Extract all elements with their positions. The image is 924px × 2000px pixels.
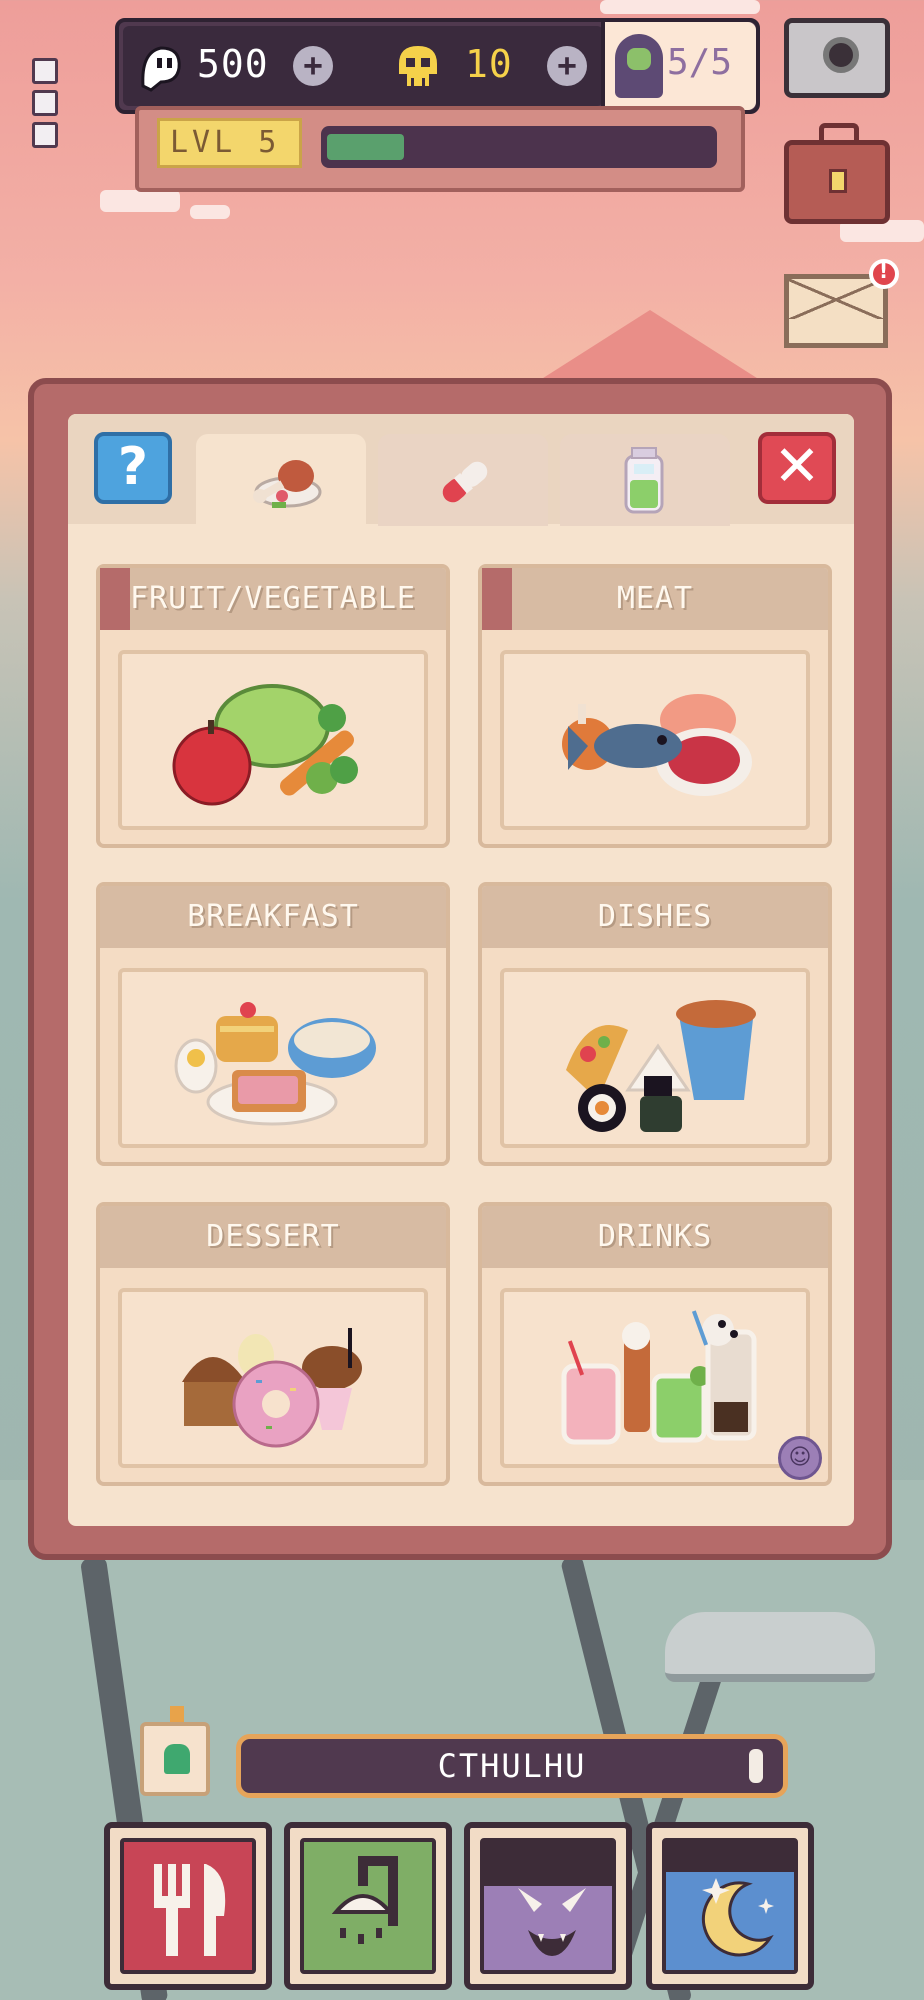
food-panel: ? ✕ FRUIT/VEGETABLE MEAT BREAKFAST DISHE… [28, 378, 892, 1560]
mountain-decoration [540, 310, 760, 380]
energy-box: 5/5 [601, 22, 756, 110]
xp-progress-fill [327, 134, 404, 160]
badge-clip [170, 1706, 184, 1722]
category-card-breakfast[interactable]: BREAKFAST [96, 882, 450, 1166]
briefcase-icon [819, 123, 859, 143]
category-image [118, 1288, 428, 1468]
soul-icon [141, 46, 181, 92]
fruit-vegetable-icon [172, 684, 358, 806]
monster-face-icon [518, 1888, 586, 1956]
cloud-decoration [100, 190, 180, 212]
close-button[interactable]: ✕ [758, 432, 836, 504]
skull-count: 10 [465, 42, 513, 86]
pet-name-bar: CTHULHU [236, 1734, 788, 1798]
energy-count: 5/5 [667, 42, 733, 83]
menu-square [32, 90, 58, 116]
currency-bar: 500 + 10 + 5/5 [115, 18, 760, 114]
notification-badge-icon [869, 259, 899, 289]
category-image [500, 650, 810, 830]
category-card-fruit-vegetable[interactable]: FRUIT/VEGETABLE [96, 564, 450, 848]
pet-portrait-icon [164, 1744, 190, 1774]
pet-name: CTHULHU [437, 1747, 587, 1785]
fork-knife-icon [154, 1864, 226, 1956]
cloud-decoration [600, 0, 760, 14]
category-title: DESSERT [100, 1206, 446, 1268]
currency-panel: 500 + 10 + [123, 26, 603, 106]
help-button[interactable]: ? [94, 432, 172, 504]
sleep-button-face [662, 1838, 798, 1974]
category-card-meat[interactable]: MEAT [478, 564, 832, 848]
level-bar: LVL 5 [135, 106, 745, 192]
bath-button-face [300, 1838, 436, 1974]
category-card-dishes[interactable]: DISHES [478, 882, 832, 1166]
menu-icon[interactable] [32, 58, 60, 154]
level-badge: LVL 5 [157, 118, 302, 168]
category-title: BREAKFAST [100, 886, 446, 948]
category-image [118, 968, 428, 1148]
mail-button[interactable] [784, 259, 899, 348]
category-image [500, 1288, 810, 1468]
xp-progress-bar [321, 126, 717, 168]
category-card-drinks[interactable]: DRINKS ☺ [478, 1202, 832, 1486]
moon-stars-icon [701, 1878, 774, 1957]
feed-button-face [120, 1838, 256, 1974]
category-image [118, 650, 428, 830]
camera-icon [823, 37, 859, 73]
soul-count: 500 [197, 42, 269, 86]
category-flag [482, 568, 512, 630]
pill-icon [442, 461, 488, 503]
food-panel-inner: ? ✕ FRUIT/VEGETABLE MEAT BREAKFAST DISHE… [68, 414, 854, 1526]
tab-bar: ? ✕ [68, 414, 854, 526]
envelope-icon [789, 279, 883, 319]
shower-icon [331, 1856, 398, 1944]
breakfast-icon [174, 1002, 376, 1126]
menu-square [32, 58, 58, 84]
meat-fish-icon [562, 694, 752, 796]
tab-medicine[interactable] [378, 434, 548, 526]
potion-jar-icon [624, 447, 664, 514]
meat-icon [253, 460, 322, 508]
rock-decoration [665, 1612, 875, 1682]
cloud-decoration [190, 205, 230, 219]
briefcase-button[interactable] [784, 123, 890, 224]
play-button[interactable] [464, 1822, 632, 1990]
category-card-dessert[interactable]: DESSERT [96, 1202, 450, 1486]
category-title: FRUIT/VEGETABLE [100, 568, 446, 630]
drinks-icon [561, 1310, 757, 1445]
category-title: MEAT [482, 568, 828, 630]
category-image [500, 968, 810, 1148]
briefcase-lock [829, 169, 847, 193]
hooded-figure-icon [615, 34, 663, 98]
thermometer-icon [749, 1749, 763, 1783]
category-title: DISHES [482, 886, 828, 948]
bath-button[interactable] [284, 1822, 452, 1990]
add-skull-button[interactable]: + [547, 46, 587, 86]
dessert-icon [182, 1328, 362, 1448]
pet-id-badge[interactable] [140, 1706, 210, 1796]
tab-food[interactable] [196, 434, 366, 526]
camera-button[interactable] [784, 18, 890, 98]
category-flag [100, 568, 130, 630]
skull-icon [399, 46, 437, 86]
sleep-button[interactable] [646, 1822, 814, 1990]
tab-potion[interactable] [560, 434, 730, 526]
play-button-face [480, 1838, 616, 1974]
dishes-icon [566, 1000, 756, 1132]
add-soul-button[interactable]: + [293, 46, 333, 86]
menu-square [32, 122, 58, 148]
category-title: DRINKS [482, 1206, 828, 1268]
mood-face-icon: ☺ [778, 1436, 822, 1480]
feed-button[interactable] [104, 1822, 272, 1990]
